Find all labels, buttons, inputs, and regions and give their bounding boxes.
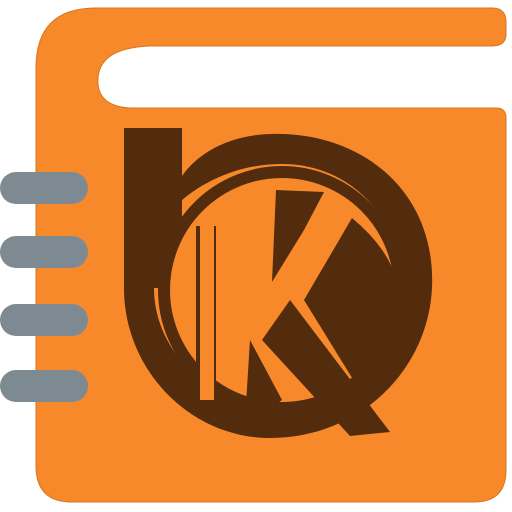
binding-ring	[0, 370, 88, 402]
notebook-logo-icon	[0, 7, 507, 503]
binding-ring	[0, 172, 88, 204]
page-curl	[105, 52, 496, 104]
binding-ring	[0, 304, 88, 336]
app-icon	[0, 0, 512, 512]
binding-ring	[0, 236, 88, 268]
